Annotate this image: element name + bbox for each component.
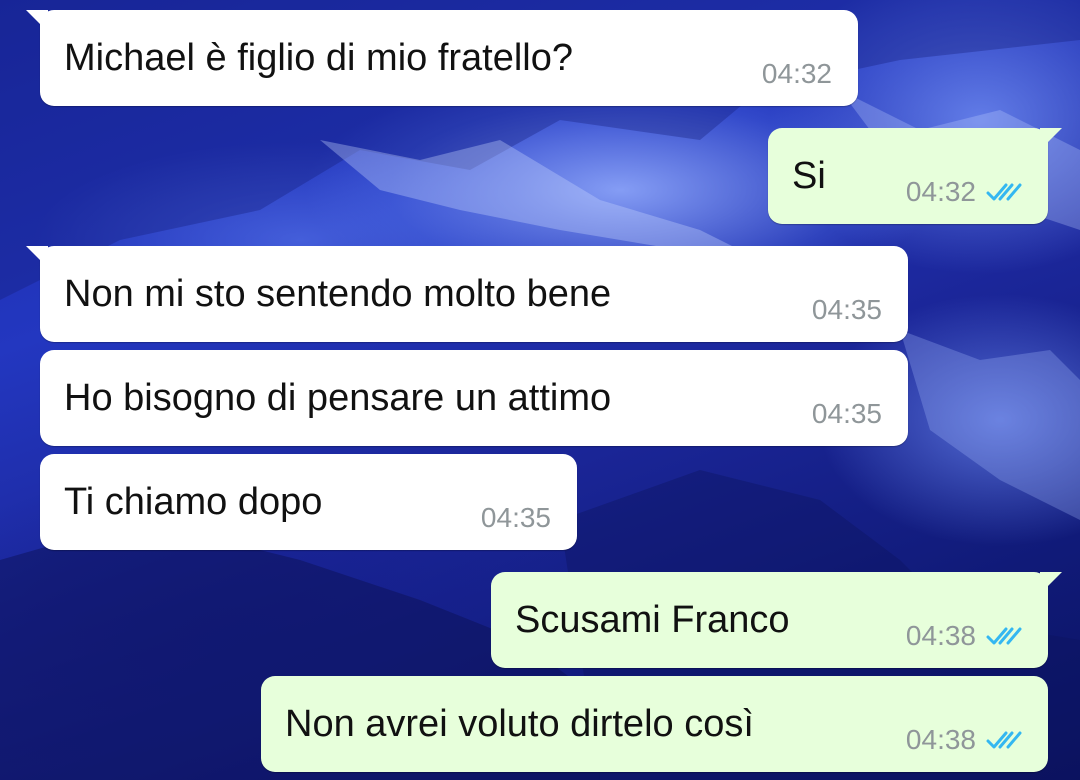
message-bubble-incoming[interactable]: Ho bisogno di pensare un attimo 04:35 [40, 350, 908, 446]
message-meta: 04:35 [812, 398, 882, 430]
message-meta: 04:32 [906, 176, 1022, 208]
message-bubble-outgoing[interactable]: Non avrei voluto dirtelo così 04:38 [261, 676, 1048, 772]
message-bubble-outgoing[interactable]: Si 04:32 [768, 128, 1062, 224]
message-timestamp: 04:38 [905, 724, 976, 755]
message-text: Non avrei voluto dirtelo così [285, 703, 754, 745]
message-bubble-outgoing[interactable]: Scusami Franco 04:38 [491, 572, 1062, 668]
message-bubble-incoming[interactable]: Non mi sto sentendo molto bene 04:35 [26, 246, 908, 342]
message-bubble-incoming[interactable]: Ti chiamo dopo 04:35 [40, 454, 577, 550]
message-timestamp: 04:32 [905, 176, 976, 207]
message-meta: 04:35 [481, 502, 551, 534]
message-meta: 04:35 [812, 294, 882, 326]
chat-screen: Michael è figlio di mio fratello? 04:32 … [0, 0, 1080, 780]
double-check-read-icon [986, 183, 1022, 201]
message-meta: 04:38 [906, 620, 1022, 652]
bubble-tail [26, 246, 48, 268]
message-text: Scusami Franco [515, 599, 790, 641]
bubble-tail [26, 10, 48, 32]
bubble-tail [1040, 128, 1062, 150]
double-check-read-icon [986, 627, 1022, 645]
bubble-tail [1040, 572, 1062, 594]
message-text: Non mi sto sentendo molto bene [64, 273, 612, 315]
message-timestamp: 04:32 [761, 58, 832, 89]
message-timestamp: 04:35 [811, 294, 882, 325]
message-text: Ti chiamo dopo [64, 481, 323, 523]
double-check-read-icon [986, 731, 1022, 749]
message-meta: 04:38 [906, 724, 1022, 756]
message-text: Ho bisogno di pensare un attimo [64, 377, 612, 419]
message-timestamp: 04:38 [905, 620, 976, 651]
message-meta: 04:32 [762, 58, 832, 90]
message-timestamp: 04:35 [480, 502, 551, 533]
message-bubble-incoming[interactable]: Michael è figlio di mio fratello? 04:32 [26, 10, 858, 106]
message-text: Michael è figlio di mio fratello? [64, 37, 574, 79]
message-text: Si [792, 155, 826, 197]
message-timestamp: 04:35 [811, 398, 882, 429]
